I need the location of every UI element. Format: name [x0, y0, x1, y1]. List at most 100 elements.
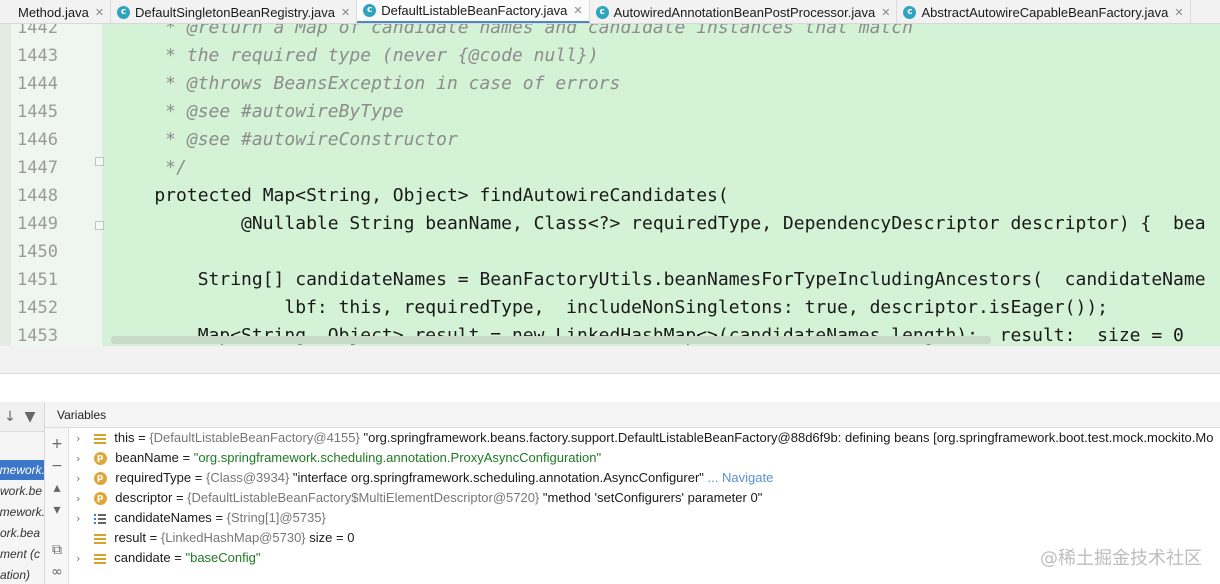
code-line: * @return a Map of candidate names and c… — [111, 24, 913, 38]
line-number: 1446 — [17, 130, 58, 150]
variable-row-candidateNames[interactable]: › candidateNames = {String[1]@5735} — [76, 508, 326, 528]
frame-label: framework. — [0, 463, 45, 477]
tab-method-java[interactable]: Method.java ✕ — [0, 0, 112, 23]
variable-row-beanName[interactable]: › p beanName = "org.springframework.sche… — [76, 448, 601, 468]
fold-marker-icon[interactable] — [95, 221, 104, 230]
variable-object-id: {Class@3934} — [205, 470, 290, 485]
code-line: * @see #autowireConstructor — [111, 129, 458, 150]
variable-row-requiredType[interactable]: › p requiredType = {Class@3934} "interfa… — [76, 468, 773, 488]
tab-abstract-autowire-capable-bean-factory[interactable]: c AbstractAutowireCapableBeanFactory.jav… — [897, 0, 1191, 23]
copy-icon[interactable]: ⧉ — [49, 542, 65, 558]
expand-arrow-icon[interactable]: › — [76, 429, 90, 449]
frames-toolbar: ↓ ▼ — [0, 402, 44, 432]
line-number: 1443 — [17, 46, 58, 66]
tab-default-listable-bean-factory[interactable]: c DefaultListableBeanFactory.java ✕ — [357, 0, 590, 23]
parameter-icon: p — [93, 492, 107, 506]
variable-row-descriptor[interactable]: › p descriptor = {DefaultListableBeanFac… — [76, 488, 762, 508]
variable-value: "org.springframework.scheduling.annotati… — [193, 450, 602, 465]
frame-label: ment (c — [0, 547, 41, 561]
horizontal-scrollbar[interactable] — [111, 336, 991, 344]
class-icon: c — [117, 5, 131, 19]
watermark: @稀土掘金技术社区 — [1040, 548, 1202, 569]
close-icon[interactable]: ✕ — [573, 4, 582, 17]
field-icon — [93, 553, 106, 564]
expand-arrow-icon[interactable]: › — [76, 449, 90, 469]
frame-label: ation) — [0, 568, 31, 582]
variable-value: "method 'setConfigurers' parameter 0" — [542, 490, 763, 505]
move-up-icon[interactable]: ▴ — [49, 480, 65, 496]
add-watch-icon[interactable]: + — [49, 436, 65, 452]
glasses-icon[interactable]: ∞ — [49, 564, 65, 580]
variable-row-candidate[interactable]: › candidate = "baseConfig" — [76, 548, 260, 568]
code-line: String[] candidateNames = BeanFactoryUti… — [111, 269, 1206, 290]
variable-object-id: {String[1]@5735} — [226, 510, 326, 525]
line-number: 1453 — [17, 326, 58, 346]
variable-name: descriptor — [115, 490, 173, 505]
variable-object-id: {LinkedHashMap@5730} — [160, 530, 306, 545]
tab-label: DefaultListableBeanFactory.java — [381, 3, 568, 18]
tab-label: DefaultSingletonBeanRegistry.java — [135, 4, 335, 20]
line-number: 1447 — [17, 158, 58, 178]
filter-icon[interactable]: ▼ — [22, 409, 38, 425]
arrow-down-icon[interactable]: ↓ — [2, 409, 18, 425]
tab-default-singleton-bean-registry[interactable]: c DefaultSingletonBeanRegistry.java ✕ — [111, 0, 358, 23]
variables-toolbar: + − ▴ ▾ ⧉ ∞ — [45, 428, 69, 584]
class-icon: c — [363, 4, 377, 17]
tab-autowired-annotation-bean-post-processor[interactable]: c AutowiredAnnotationBeanPostProcessor.j… — [590, 0, 898, 23]
frame-label: ork.bea — [0, 526, 41, 540]
code-line: lbf: this, requiredType, includeNonSingl… — [111, 297, 1108, 318]
move-down-icon[interactable]: ▾ — [49, 502, 65, 518]
frame-item[interactable]: framework. — [0, 460, 45, 480]
variables-header: Variables — [45, 402, 1220, 428]
frame-label: amework. — [0, 505, 45, 519]
close-icon[interactable]: ✕ — [1174, 6, 1183, 19]
variable-name: requiredType — [115, 470, 192, 485]
variable-row-this[interactable]: › this = {DefaultListableBeanFactory@415… — [76, 428, 1213, 448]
frame-item[interactable]: ork.bea — [0, 523, 44, 543]
code-line: * the required type (never {@code null}) — [111, 45, 599, 66]
frame-item[interactable]: ment (c — [0, 544, 44, 564]
code-line: * @throws BeansException in case of erro… — [111, 73, 621, 94]
expand-arrow-icon[interactable]: › — [76, 469, 90, 489]
frame-item[interactable]: amework. — [0, 502, 45, 522]
line-number: 1449 — [17, 214, 58, 234]
parameter-icon: p — [93, 472, 107, 486]
navigate-link[interactable]: ... Navigate — [708, 470, 774, 485]
line-number: 1444 — [17, 74, 58, 94]
variable-value: "baseConfig" — [185, 550, 261, 565]
fold-marker-icon[interactable] — [95, 157, 104, 166]
frame-item[interactable]: ation) — [0, 565, 44, 584]
code-line: */ — [111, 157, 187, 178]
tab-label: AbstractAutowireCapableBeanFactory.java — [921, 4, 1169, 20]
code-line: * @see #autowireByType — [111, 101, 404, 122]
class-icon: c — [595, 5, 609, 19]
line-number: 1442 — [17, 24, 58, 38]
class-icon: c — [903, 5, 917, 19]
parameter-icon: p — [93, 452, 107, 466]
remove-icon[interactable]: − — [49, 458, 65, 474]
debug-panel: ↓ ▼ framework. work.be amework. ork.bea … — [0, 374, 1220, 584]
variable-row-result[interactable]: result = {LinkedHashMap@5730} size = 0 — [76, 528, 354, 548]
variable-name: candidate — [114, 550, 171, 565]
line-number: 1450 — [17, 242, 58, 262]
variable-name: this — [114, 430, 135, 445]
expand-arrow-icon[interactable]: › — [76, 509, 90, 529]
line-number: 1448 — [17, 186, 58, 206]
close-icon[interactable]: ✕ — [95, 6, 104, 19]
editor-tab-bar: Method.java ✕ c DefaultSingletonBeanRegi… — [0, 0, 1220, 24]
variable-name: result — [114, 530, 147, 545]
array-icon — [93, 513, 106, 525]
line-number: 1452 — [17, 298, 58, 318]
expand-arrow-icon[interactable]: › — [76, 549, 90, 569]
expand-arrow-icon[interactable]: › — [76, 489, 90, 509]
code-line: @Nullable String beanName, Class<?> requ… — [111, 213, 1206, 234]
gutter-strip — [0, 24, 11, 346]
variable-value: "org.springframework.beans.factory.suppo… — [363, 430, 1214, 445]
frame-item[interactable]: work.be — [0, 481, 44, 501]
field-icon — [93, 533, 106, 544]
code-editor[interactable]: 1442 1443 1444 1445 1446 1447 1448 1449 … — [0, 24, 1220, 346]
variable-name: beanName — [115, 450, 179, 465]
panel-splitter[interactable] — [0, 346, 1220, 374]
close-icon[interactable]: ✕ — [881, 6, 890, 19]
close-icon[interactable]: ✕ — [341, 6, 350, 19]
